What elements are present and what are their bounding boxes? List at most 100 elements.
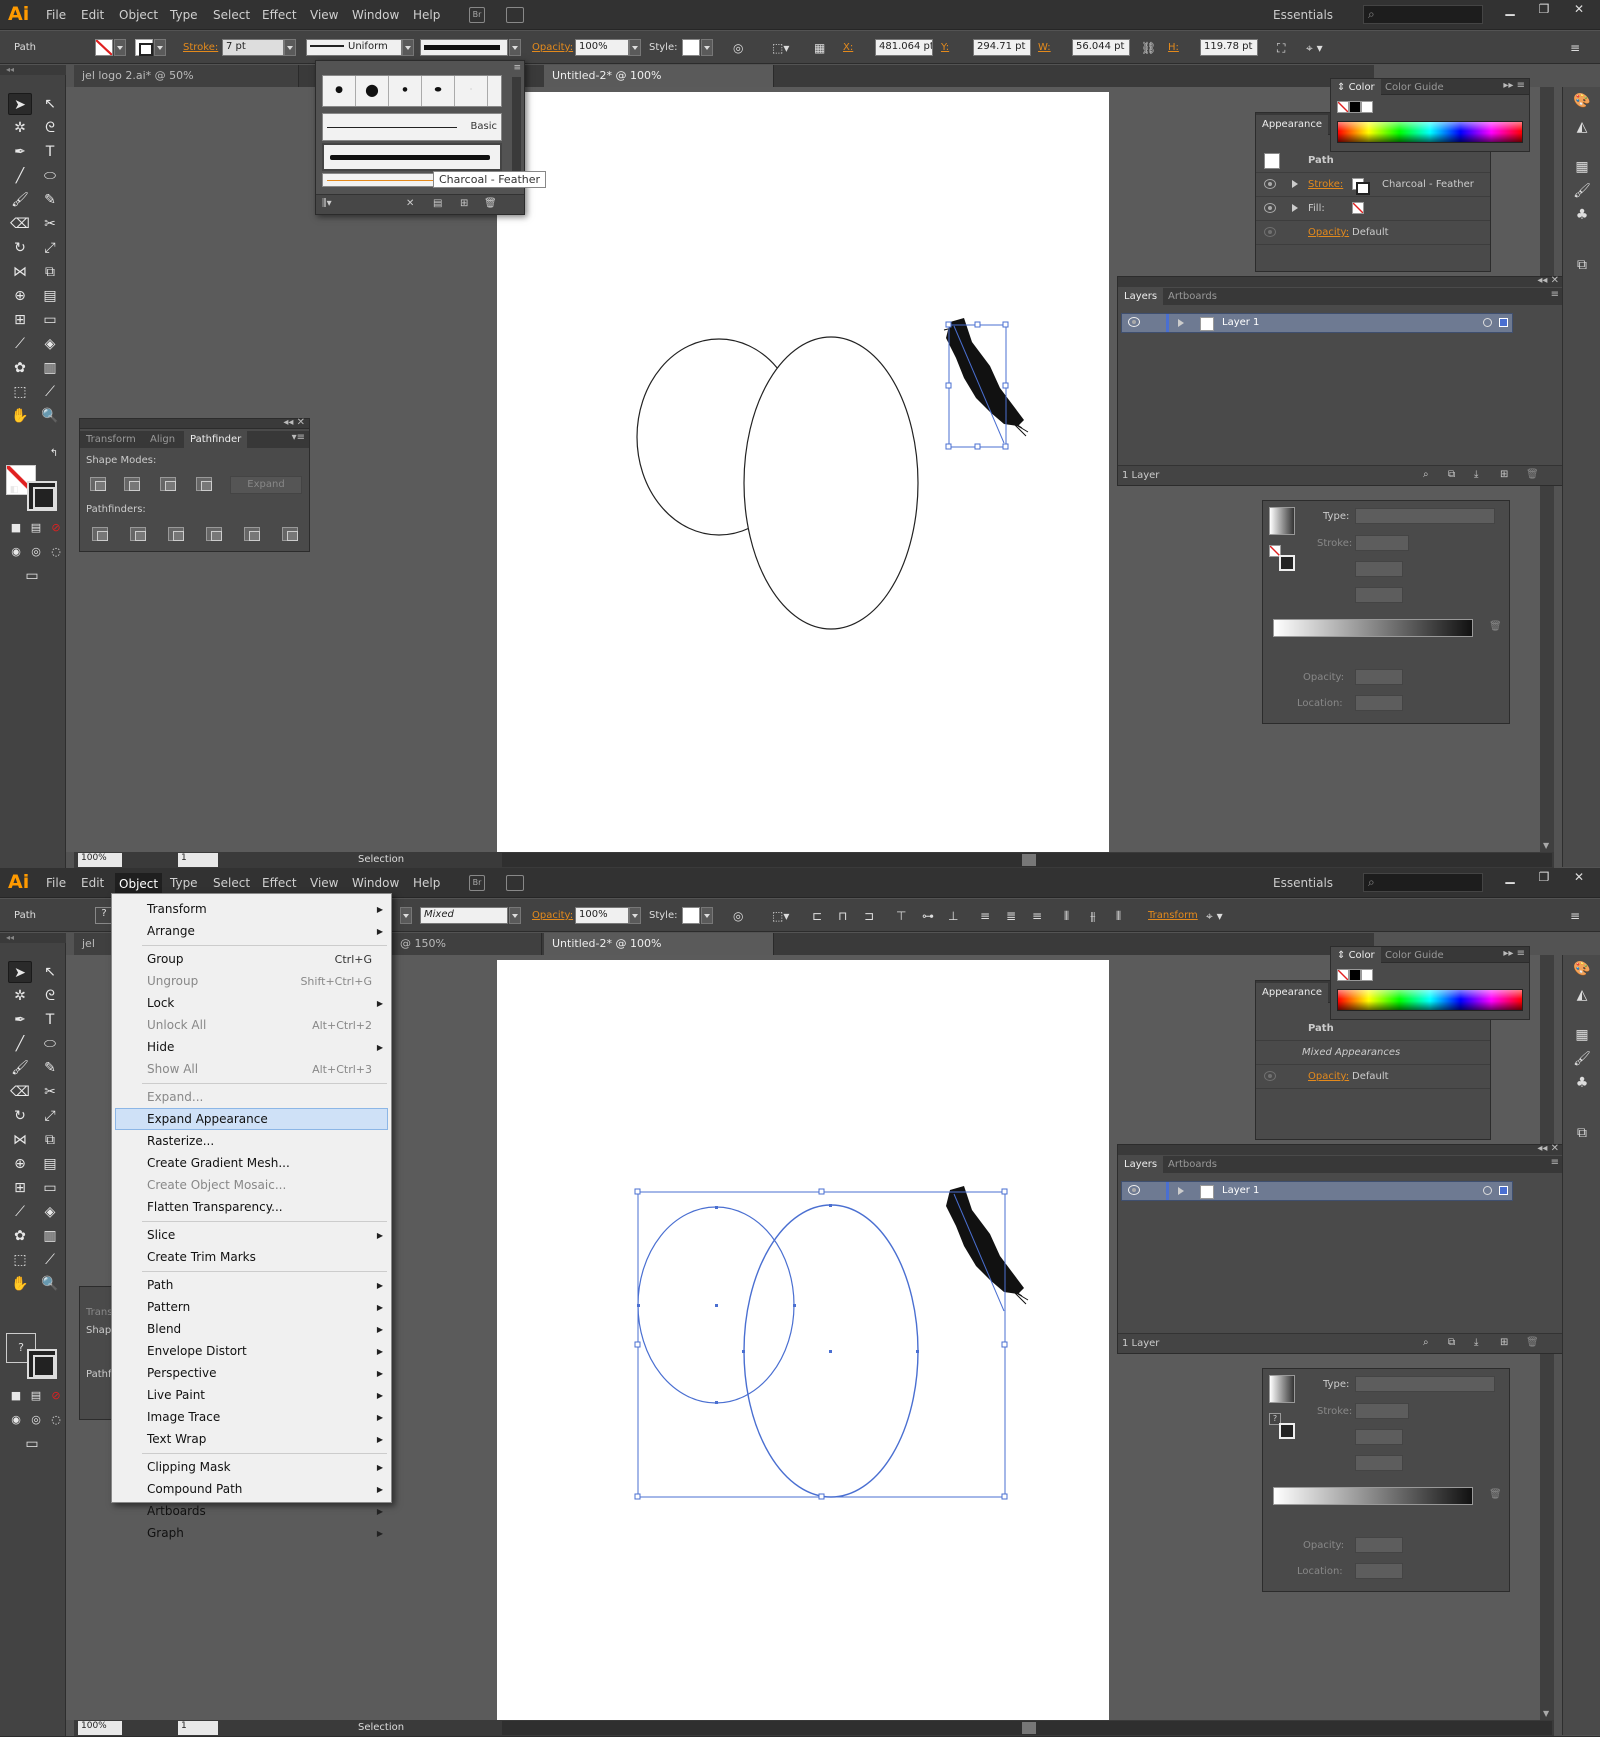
delete-stop-icon[interactable]: 🗑 [1489, 621, 1502, 632]
menu-item-envelope-distort[interactable]: Envelope Distort [147, 1344, 247, 1358]
appearance-fill-row[interactable]: Fill: [1256, 198, 1490, 221]
panel-menu-icon[interactable]: ▸▸ ≡ [1503, 948, 1525, 959]
stop-location-field[interactable] [1355, 695, 1403, 711]
menu-item-lock[interactable]: Lock [147, 996, 174, 1010]
menu-item-rasterize[interactable]: Rasterize... [147, 1134, 214, 1148]
brushes-panel-icon[interactable]: 🖌 [1572, 183, 1592, 203]
tab-artboards[interactable]: Artboards [1162, 288, 1223, 305]
appearance-panel-icon[interactable]: ◭ [1572, 119, 1592, 139]
stroke-gradient-options[interactable] [1355, 1403, 1409, 1419]
menu-item-arrange[interactable]: Arrange [147, 924, 195, 938]
symbols-panel-icon[interactable]: ♣ [1572, 207, 1592, 227]
stroke-indicator-icon[interactable] [1279, 555, 1295, 571]
target-icon[interactable] [1483, 318, 1492, 327]
appearance-opacity-row[interactable]: Opacity: Default [1256, 222, 1490, 245]
charcoal-brush-stroke[interactable] [946, 1186, 1029, 1312]
brush-libraries-icon[interactable]: ⫼▾ [322, 198, 332, 209]
appearance-tab[interactable]: Appearance [1256, 983, 1329, 1003]
trim-icon[interactable] [130, 527, 146, 541]
menu-item-clipping-mask[interactable]: Clipping Mask [147, 1460, 231, 1474]
horizontal-scrollbar[interactable] [502, 853, 1552, 867]
new-layer-icon[interactable]: ⊞ [1500, 1337, 1508, 1348]
angle-field[interactable] [1355, 1429, 1403, 1445]
zoom-field[interactable]: 100% [78, 1721, 122, 1735]
unite-icon[interactable] [90, 477, 106, 491]
visibility-eye-icon[interactable] [1264, 203, 1276, 213]
status-mode[interactable]: Selection [358, 854, 404, 865]
angle-field[interactable] [1355, 561, 1403, 577]
tab-transform[interactable]: Transform [80, 431, 142, 448]
visibility-eye-icon[interactable] [1264, 227, 1276, 237]
menu-item-pattern[interactable]: Pattern [147, 1300, 190, 1314]
brush-dot-light[interactable]: · [455, 76, 488, 106]
menu-item-hide[interactable]: Hide [147, 1040, 174, 1054]
status-mode[interactable]: Selection [358, 1722, 404, 1733]
clipping-mask-icon[interactable]: ⧉ [1448, 469, 1455, 480]
brush-dot-small[interactable]: ● [323, 76, 356, 106]
menu-item-live-paint[interactable]: Live Paint [147, 1388, 205, 1402]
visibility-eye-icon[interactable] [1264, 1071, 1276, 1081]
swatches-panel-icon[interactable]: ▦ [1572, 1027, 1592, 1047]
scroll-down-icon[interactable]: ▼ [1543, 1709, 1549, 1718]
color-panel-icon[interactable]: 🎨 [1572, 961, 1592, 981]
clipping-mask-icon[interactable]: ⧉ [1448, 1337, 1455, 1348]
expand-button[interactable]: Expand [230, 476, 302, 494]
menu-item-text-wrap[interactable]: Text Wrap [147, 1432, 206, 1446]
panel-close-icon[interactable]: ◂◂ ✕ [283, 417, 305, 428]
gradient-slider[interactable] [1273, 619, 1473, 637]
merge-icon[interactable] [168, 527, 184, 541]
minus-front-icon[interactable] [124, 477, 140, 491]
outline-icon[interactable] [244, 527, 260, 541]
expand-triangle-icon[interactable] [1178, 319, 1184, 327]
appearance-tab[interactable]: Appearance [1256, 115, 1329, 135]
visibility-eye-icon[interactable] [1128, 317, 1140, 327]
remove-brush-stroke-icon[interactable]: ✕ [406, 198, 414, 209]
zoom-field[interactable]: 100% [78, 853, 122, 867]
menu-item-group[interactable]: Group [147, 952, 184, 966]
none-swatch[interactable] [1337, 969, 1349, 981]
brush-dot-oval[interactable]: ⬬ [422, 76, 455, 106]
menu-item-artboards[interactable]: Artboards [147, 1504, 206, 1518]
gradient-preview[interactable] [1269, 1375, 1295, 1403]
panel-menu-icon[interactable]: ≡ [1551, 1157, 1559, 1168]
target-icon[interactable] [1483, 1186, 1492, 1195]
white-swatch[interactable] [1361, 969, 1373, 981]
black-swatch[interactable] [1349, 969, 1361, 981]
expand-triangle-icon[interactable] [1292, 180, 1298, 188]
gradient-preview[interactable] [1269, 507, 1295, 535]
menu-item-transform[interactable]: Transform [147, 902, 207, 916]
charcoal-brush-stroke[interactable] [943, 318, 1029, 437]
artboard-number-field[interactable]: 1 [178, 1721, 218, 1735]
color-panel-icon[interactable]: 🎨 [1572, 93, 1592, 113]
white-swatch[interactable] [1361, 101, 1373, 113]
tab-layers[interactable]: Layers [1118, 288, 1164, 305]
exclude-icon[interactable] [196, 477, 212, 491]
panel-menu-icon[interactable]: ≡ [1551, 289, 1559, 300]
appearance-panel-icon[interactable]: ◭ [1572, 987, 1592, 1007]
menu-item-path[interactable]: Path [147, 1278, 173, 1292]
stop-opacity-field[interactable] [1355, 669, 1403, 685]
tab-align[interactable]: Align [144, 431, 181, 448]
expand-triangle-icon[interactable] [1178, 1187, 1184, 1195]
panel-grip[interactable]: ◂◂ ✕ [80, 417, 309, 429]
stroke-gradient-options[interactable] [1355, 535, 1409, 551]
expand-triangle-icon[interactable] [1292, 204, 1298, 212]
tab-pathfinder[interactable]: Pathfinder [184, 431, 248, 448]
aspect-ratio-field[interactable] [1355, 1455, 1403, 1471]
menu-item-create-gradient-mesh[interactable]: Create Gradient Mesh... [147, 1156, 290, 1170]
charcoal-feather-brush[interactable] [322, 143, 502, 171]
panel-close-icon[interactable]: ◂◂ ✕ [1537, 1143, 1559, 1154]
menu-item-slice[interactable]: Slice [147, 1228, 175, 1242]
right-ellipse[interactable] [743, 336, 919, 630]
artboards-panel-icon[interactable]: ⧉ [1572, 1125, 1592, 1145]
stroke-indicator-icon[interactable] [1279, 1423, 1295, 1439]
visibility-eye-icon[interactable] [1128, 1185, 1140, 1195]
none-swatch[interactable] [1337, 101, 1349, 113]
tab-color-guide[interactable]: Color Guide [1379, 947, 1450, 964]
aspect-ratio-field[interactable] [1355, 587, 1403, 603]
minus-back-icon[interactable] [282, 527, 298, 541]
menu-item-graph[interactable]: Graph [147, 1526, 184, 1540]
panel-menu-icon[interactable]: ▾≡ [292, 432, 305, 443]
color-spectrum[interactable] [1337, 989, 1523, 1011]
menu-item-compound-path[interactable]: Compound Path [147, 1482, 242, 1496]
